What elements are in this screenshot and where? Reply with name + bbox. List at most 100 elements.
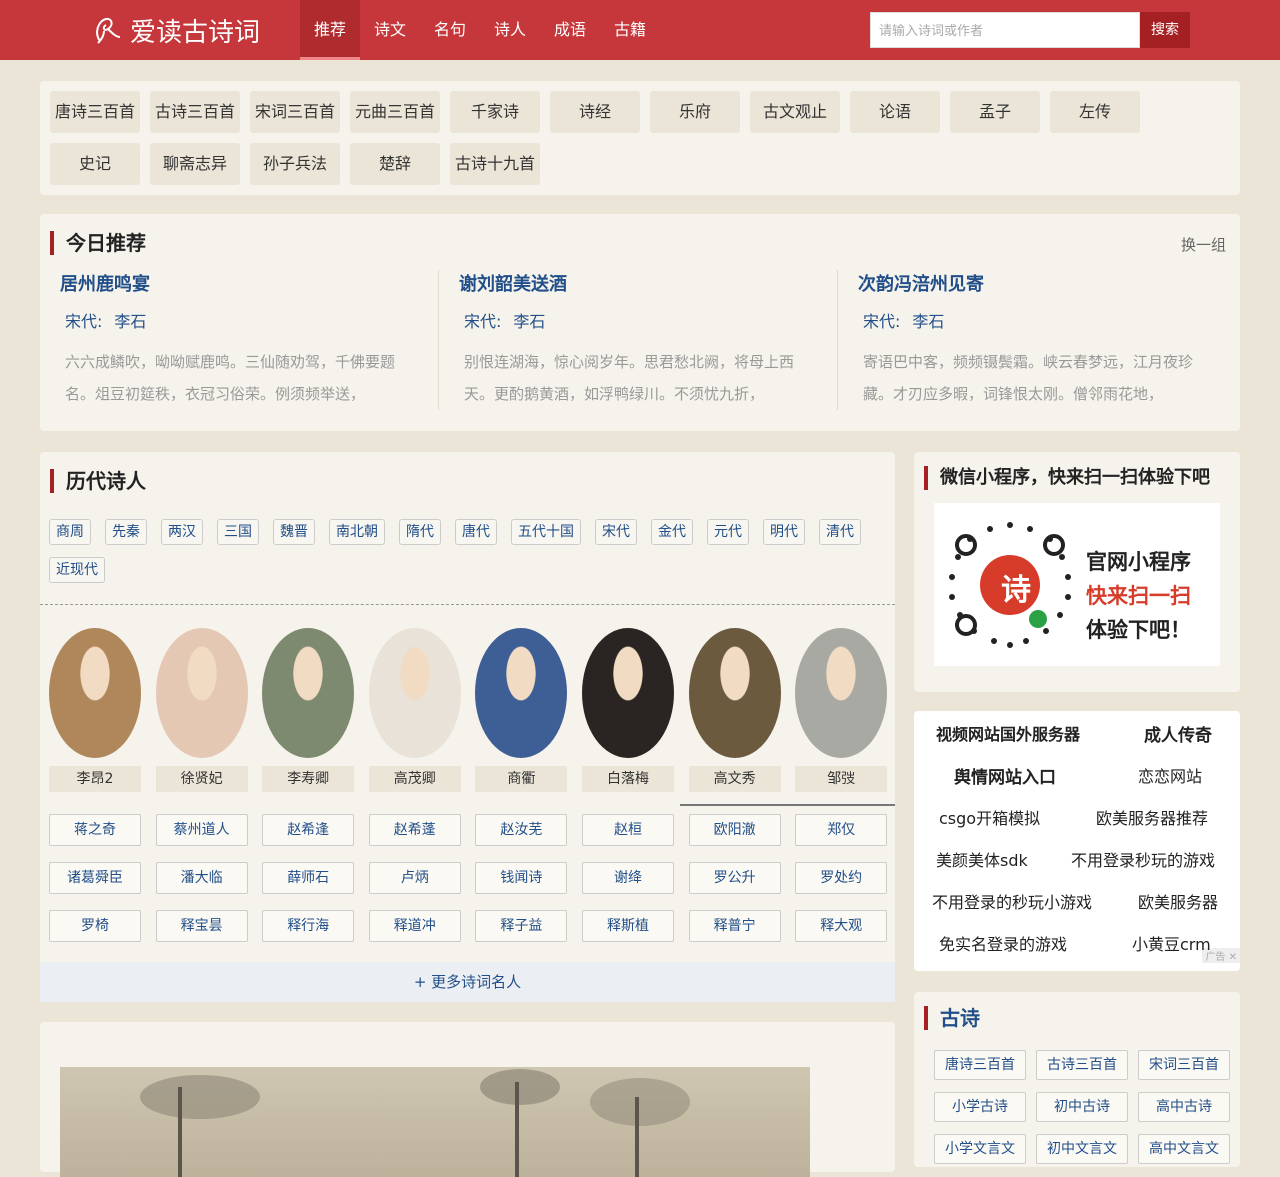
- ad-link[interactable]: 欧美服务器: [1138, 889, 1218, 913]
- poem-title[interactable]: 谢刘韶美送酒: [459, 270, 567, 296]
- poet-link[interactable]: 蔡州道人: [155, 814, 248, 846]
- search-input[interactable]: [870, 12, 1140, 48]
- poet-link[interactable]: 释行海: [262, 910, 355, 942]
- poet-link[interactable]: 欧阳澈: [688, 814, 781, 846]
- poet-avatar[interactable]: [475, 628, 568, 758]
- ad-link[interactable]: 小黄豆crm: [1132, 931, 1211, 955]
- nav-item-3[interactable]: 诗人: [480, 0, 540, 60]
- category-button[interactable]: 古诗三百首: [150, 91, 240, 133]
- nav-item-2[interactable]: 名句: [420, 0, 480, 60]
- category-button[interactable]: 孟子: [950, 91, 1040, 133]
- poet-link[interactable]: 潘大临: [155, 862, 248, 894]
- category-button[interactable]: 史记: [50, 143, 140, 185]
- poet-name[interactable]: 高茂卿: [368, 766, 461, 792]
- category-button[interactable]: 诗经: [550, 91, 640, 133]
- category-button[interactable]: 乐府: [650, 91, 740, 133]
- ad-link[interactable]: 免实名登录的游戏: [939, 931, 1067, 955]
- era-tag[interactable]: 南北朝: [329, 519, 385, 545]
- nav-item-4[interactable]: 成语: [540, 0, 600, 60]
- poet-link[interactable]: 赵希逢: [262, 814, 355, 846]
- author-name[interactable]: 李石: [513, 312, 545, 331]
- era-tag[interactable]: 唐代: [455, 519, 497, 545]
- ad-link[interactable]: 恋恋网站: [1138, 763, 1202, 787]
- era-tag[interactable]: 五代十国: [511, 519, 581, 545]
- poet-link[interactable]: 释道冲: [368, 910, 461, 942]
- gushi-link[interactable]: 初中古诗: [1036, 1092, 1128, 1122]
- poet-link[interactable]: 赵桓: [582, 814, 674, 846]
- poet-link[interactable]: 谢绛: [582, 862, 674, 894]
- poet-name[interactable]: 李寿卿: [262, 766, 355, 792]
- category-button[interactable]: 唐诗三百首: [50, 91, 140, 133]
- poet-link[interactable]: 薛师石: [262, 862, 355, 894]
- more-poets-link[interactable]: + 更多诗词名人: [40, 962, 895, 1002]
- era-tag[interactable]: 商周: [49, 519, 91, 545]
- poet-name[interactable]: 李昂2: [49, 766, 141, 792]
- poet-link[interactable]: 郑仅: [795, 814, 888, 846]
- poet-link[interactable]: 释子益: [475, 910, 568, 942]
- poet-link[interactable]: 罗椅: [49, 910, 141, 942]
- poem-title[interactable]: 次韵冯涪州见寄: [858, 270, 984, 296]
- author-name[interactable]: 李石: [114, 312, 146, 331]
- category-button[interactable]: 左传: [1050, 91, 1140, 133]
- gushi-link[interactable]: 宋词三百首: [1138, 1050, 1230, 1080]
- poet-link[interactable]: 释大观: [795, 910, 888, 942]
- category-button[interactable]: 楚辞: [350, 143, 440, 185]
- poet-link[interactable]: 钱闻诗: [475, 862, 568, 894]
- ad-link[interactable]: 视频网站国外服务器: [936, 721, 1080, 745]
- poet-avatar[interactable]: [795, 628, 888, 758]
- era-tag[interactable]: 魏晋: [273, 519, 315, 545]
- poet-name[interactable]: 白落梅: [582, 766, 674, 792]
- ad-link[interactable]: csgo开箱模拟: [939, 805, 1040, 829]
- gushi-link[interactable]: 古诗三百首: [1036, 1050, 1128, 1080]
- poet-avatar[interactable]: [368, 628, 461, 758]
- poet-link[interactable]: 释宝昙: [155, 910, 248, 942]
- ad-link[interactable]: 不用登录的秒玩小游戏: [932, 889, 1092, 913]
- gushi-link[interactable]: 小学古诗: [934, 1092, 1026, 1122]
- nav-item-5[interactable]: 古籍: [600, 0, 660, 60]
- category-button[interactable]: 古诗十九首: [450, 143, 540, 185]
- gushi-link[interactable]: 初中文言文: [1036, 1134, 1128, 1164]
- poet-avatar[interactable]: [582, 628, 674, 758]
- category-button[interactable]: 千家诗: [450, 91, 540, 133]
- recommend-card[interactable]: 居州鹿鸣宴 宋代: 李石 六六成鳞吹，呦呦赋鹿鸣。三仙随劝驾，千佛要题名。俎豆初筵秩，…: [40, 270, 438, 410]
- recommend-card[interactable]: 谢刘韶美送酒 宋代: 李石 别恨连湖海，惊心阅岁年。思君愁北阙，将母上西天。更酌鹅黄酒…: [439, 270, 837, 410]
- era-tag[interactable]: 明代: [763, 519, 805, 545]
- era-tag[interactable]: 三国: [217, 519, 259, 545]
- poet-name[interactable]: 商衢: [475, 766, 568, 792]
- nav-item-1[interactable]: 诗文: [360, 0, 420, 60]
- era-tag[interactable]: 清代: [819, 519, 861, 545]
- ad-link[interactable]: 不用登录秒玩的游戏: [1071, 847, 1215, 871]
- category-button[interactable]: 元曲三百首: [350, 91, 440, 133]
- ad-link[interactable]: 美颜美体sdk: [936, 847, 1028, 871]
- poet-link[interactable]: 赵汝芜: [475, 814, 568, 846]
- era-tag[interactable]: 两汉: [161, 519, 203, 545]
- gushi-link[interactable]: 小学文言文: [934, 1134, 1026, 1164]
- poet-avatar[interactable]: [155, 628, 248, 758]
- gushi-link[interactable]: 唐诗三百首: [934, 1050, 1026, 1080]
- swap-button[interactable]: 换一组: [1181, 234, 1226, 255]
- search-button[interactable]: 搜索: [1140, 12, 1190, 48]
- poem-title[interactable]: 居州鹿鸣宴: [60, 270, 150, 296]
- nav-item-0[interactable]: 推荐: [300, 0, 360, 60]
- site-logo[interactable]: 爱读古诗词: [90, 12, 260, 48]
- ad-link[interactable]: 成人传奇: [1144, 721, 1212, 746]
- poet-avatar[interactable]: [49, 628, 141, 758]
- poet-link[interactable]: 释普宁: [688, 910, 781, 942]
- poet-link[interactable]: 卢炳: [368, 862, 461, 894]
- author-name[interactable]: 李石: [912, 312, 944, 331]
- poet-link[interactable]: 罗公升: [688, 862, 781, 894]
- era-tag[interactable]: 元代: [707, 519, 749, 545]
- poet-link[interactable]: 赵希蓬: [368, 814, 461, 846]
- gushi-link[interactable]: 高中文言文: [1138, 1134, 1230, 1164]
- era-tag[interactable]: 隋代: [399, 519, 441, 545]
- poet-link[interactable]: 释斯植: [582, 910, 674, 942]
- era-tag[interactable]: 近现代: [49, 557, 105, 583]
- recommend-card[interactable]: 次韵冯涪州见寄 宋代: 李石 寄语巴中客，频频镊鬓霜。峡云春梦远，江月夜珍藏。才刃应多…: [838, 270, 1236, 410]
- category-button[interactable]: 聊斋志异: [150, 143, 240, 185]
- poet-name[interactable]: 高文秀: [688, 766, 781, 792]
- poet-name[interactable]: 邹弢: [795, 766, 888, 792]
- era-tag[interactable]: 宋代: [595, 519, 637, 545]
- category-button[interactable]: 古文观止: [750, 91, 840, 133]
- category-button[interactable]: 孙子兵法: [250, 143, 340, 185]
- era-tag[interactable]: 先秦: [105, 519, 147, 545]
